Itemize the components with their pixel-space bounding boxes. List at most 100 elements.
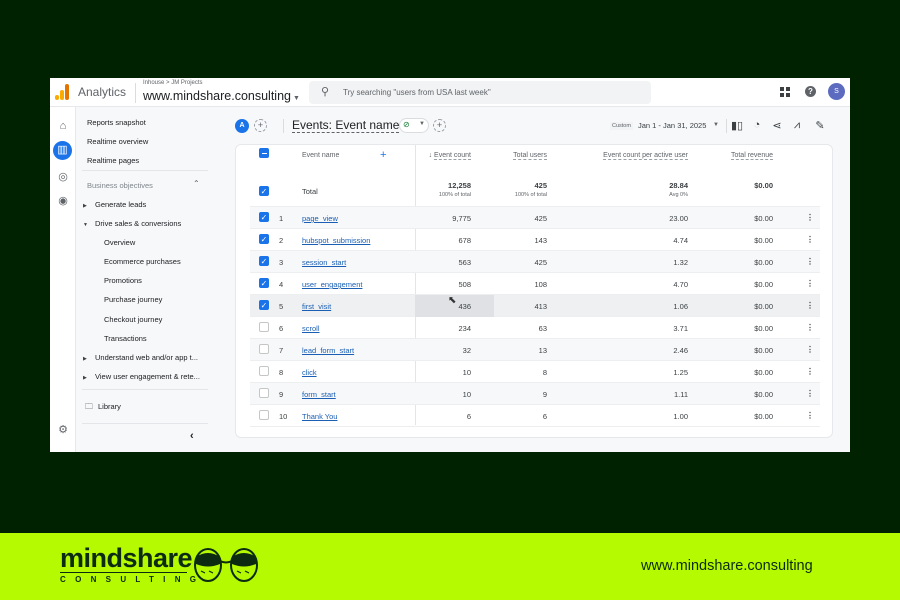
account-breadcrumb[interactable]: Inhouse > JM Projects — [143, 80, 203, 86]
event-name-link[interactable]: Thank You — [302, 412, 337, 421]
brand-faces-logo-icon — [194, 548, 258, 582]
website-url[interactable]: www.mindshare.consulting — [641, 558, 813, 574]
col-event-name[interactable]: Event name — [302, 152, 339, 159]
avatar[interactable]: S — [828, 83, 845, 100]
col-event-count[interactable]: ↓ Event count — [416, 152, 471, 160]
col-total-revenue[interactable]: Total revenue — [705, 152, 773, 160]
edit-pencil-icon[interactable]: ✎ — [813, 119, 827, 132]
event-name-link[interactable]: scroll — [302, 324, 320, 333]
nav-transactions[interactable]: Transactions — [104, 334, 147, 343]
row-more-icon[interactable]: ⋮ — [806, 257, 814, 266]
row-checkbox[interactable]: ✓ — [259, 300, 269, 310]
help-icon[interactable]: ? — [805, 86, 816, 97]
collapse-nav-button[interactable]: ‹ — [190, 430, 194, 442]
event-name-link[interactable]: page_view — [302, 214, 338, 223]
row-more-icon[interactable]: ⋮ — [806, 367, 814, 376]
nav-purchase-journey[interactable]: Purchase journey — [104, 295, 162, 304]
event-name-link[interactable]: form_start — [302, 390, 336, 399]
property-selector[interactable]: www.mindshare.consulting ▼ — [143, 89, 300, 103]
row-more-icon[interactable]: ⋮ — [806, 345, 814, 354]
row-more-icon[interactable]: ⋮ — [806, 235, 814, 244]
add-filter-button[interactable]: + — [433, 119, 446, 132]
row-more-icon[interactable]: ⋮ — [806, 389, 814, 398]
event-name-link[interactable]: first_visit — [302, 302, 331, 311]
report-title[interactable]: Events: Event name — [292, 119, 400, 133]
share-icon[interactable]: ⋖ — [770, 119, 784, 132]
search-icon: ⚲ — [321, 86, 330, 98]
nav-generate-leads[interactable]: ▶ Generate leads — [83, 200, 146, 209]
table-row[interactable]: 7 lead_form_start 32 13 2.46 $0.00 ⋮ — [250, 339, 820, 361]
row-checkbox[interactable]: ✓ — [259, 256, 269, 266]
comparison-chip[interactable]: A — [235, 119, 249, 133]
row-more-icon[interactable]: ⋮ — [806, 279, 814, 288]
row-rank: 10 — [279, 412, 288, 421]
row-rank: 9 — [279, 390, 284, 399]
divider — [82, 423, 208, 424]
advertising-icon[interactable]: ◉ — [55, 193, 71, 209]
row-checkbox[interactable] — [259, 366, 269, 376]
table-row[interactable]: ✓ 5 first_visit 436 413 1.06 $0.00 ⋮ — [250, 295, 820, 317]
col-event-count-per-user[interactable]: Event count per active user — [560, 152, 688, 160]
report-status-dropdown[interactable]: ⊘ ▼ — [399, 118, 429, 133]
search-input[interactable]: ⚲ Try searching "users from USA last wee… — [309, 81, 651, 104]
row-checkbox[interactable]: ✓ — [259, 278, 269, 288]
row-checkbox[interactable] — [259, 388, 269, 398]
table-row[interactable]: 6 scroll 234 63 3.71 $0.00 ⋮ — [250, 317, 820, 339]
row-more-icon[interactable]: ⋮ — [806, 301, 814, 310]
add-comparison-button[interactable]: + — [254, 119, 267, 132]
row-more-icon[interactable]: ⋮ — [806, 213, 814, 222]
table-row[interactable]: ✓ 3 session_start 563 425 1.32 $0.00 ⋮ — [250, 251, 820, 273]
event-count-per-user: 23.00 — [669, 214, 688, 223]
row-rank: 6 — [279, 324, 284, 333]
event-name-link[interactable]: lead_form_start — [302, 346, 354, 355]
explore-icon[interactable]: ◎ — [55, 169, 71, 185]
table-row[interactable]: 10 Thank You 6 6 1.00 $0.00 ⋮ — [250, 405, 820, 427]
divider — [726, 119, 727, 133]
row-rank: 5 — [279, 302, 284, 311]
row-more-icon[interactable]: ⋮ — [806, 411, 814, 420]
nav-understand-web[interactable]: ▶ Understand web and/or app t... — [83, 353, 198, 362]
analytics-logo-icon[interactable] — [55, 84, 69, 100]
total-checkbox[interactable]: ✓ — [259, 186, 269, 196]
table-row[interactable]: ✓ 1 page_view 9,775 425 23.00 $0.00 ⋮ — [250, 207, 820, 229]
chevron-up-icon[interactable]: ⌃ — [193, 179, 200, 188]
trend-icon[interactable]: ⩘ — [790, 119, 804, 132]
row-checkbox[interactable] — [259, 410, 269, 420]
nav-ecommerce-purchases[interactable]: Ecommerce purchases — [104, 257, 181, 266]
select-all-checkbox[interactable] — [259, 148, 269, 158]
nav-library[interactable]: 🗀 Library — [85, 401, 121, 415]
date-range-picker[interactable]: Jan 1 - Jan 31, 2025 — [638, 121, 706, 130]
row-checkbox[interactable] — [259, 322, 269, 332]
nav-realtime-overview[interactable]: Realtime overview — [87, 137, 148, 146]
table-row[interactable]: 8 click 10 8 1.25 $0.00 ⋮ — [250, 361, 820, 383]
event-name-link[interactable]: hubspot_submission — [302, 236, 370, 245]
caret-down-icon[interactable]: ▼ — [713, 122, 719, 128]
reports-nav: Reports snapshot Realtime overview Realt… — [77, 107, 227, 452]
row-more-icon[interactable]: ⋮ — [806, 323, 814, 332]
col-total-users[interactable]: Total users — [495, 152, 547, 160]
add-dimension-icon[interactable]: + — [380, 149, 386, 161]
table-row[interactable]: ✓ 4 user_engagement 508 108 4.70 $0.00 ⋮ — [250, 273, 820, 295]
table-row[interactable]: 9 form_start 10 9 1.11 $0.00 ⋮ — [250, 383, 820, 405]
row-checkbox[interactable]: ✓ — [259, 212, 269, 222]
row-checkbox[interactable] — [259, 344, 269, 354]
nav-user-engagement[interactable]: ▶ View user engagement & rete... — [83, 372, 200, 381]
nav-reports-snapshot[interactable]: Reports snapshot — [87, 118, 146, 127]
event-name-link[interactable]: session_start — [302, 258, 346, 267]
nav-overview[interactable]: Overview — [104, 238, 135, 247]
insights-icon[interactable]: ◔ — [750, 119, 764, 131]
home-icon[interactable]: ⌂ — [55, 118, 71, 134]
nav-realtime-pages[interactable]: Realtime pages — [87, 156, 139, 165]
apps-grid-icon[interactable] — [780, 87, 790, 97]
nav-promotions[interactable]: Promotions — [104, 276, 142, 285]
reports-icon[interactable]: ▥ — [53, 141, 72, 160]
event-name-link[interactable]: click — [302, 368, 317, 377]
nav-checkout-journey[interactable]: Checkout journey — [104, 315, 162, 324]
event-name-link[interactable]: user_engagement — [302, 280, 362, 289]
table-row[interactable]: ✓ 2 hubspot_submission 678 143 4.74 $0.00 ⋮ — [250, 229, 820, 251]
total-revenue: $0.00 — [754, 258, 773, 267]
row-checkbox[interactable]: ✓ — [259, 234, 269, 244]
compare-icon[interactable]: ▮▯ — [730, 119, 744, 132]
nav-drive-sales[interactable]: ▼ Drive sales & conversions — [83, 219, 181, 228]
settings-icon[interactable]: ⚙ — [55, 422, 71, 438]
